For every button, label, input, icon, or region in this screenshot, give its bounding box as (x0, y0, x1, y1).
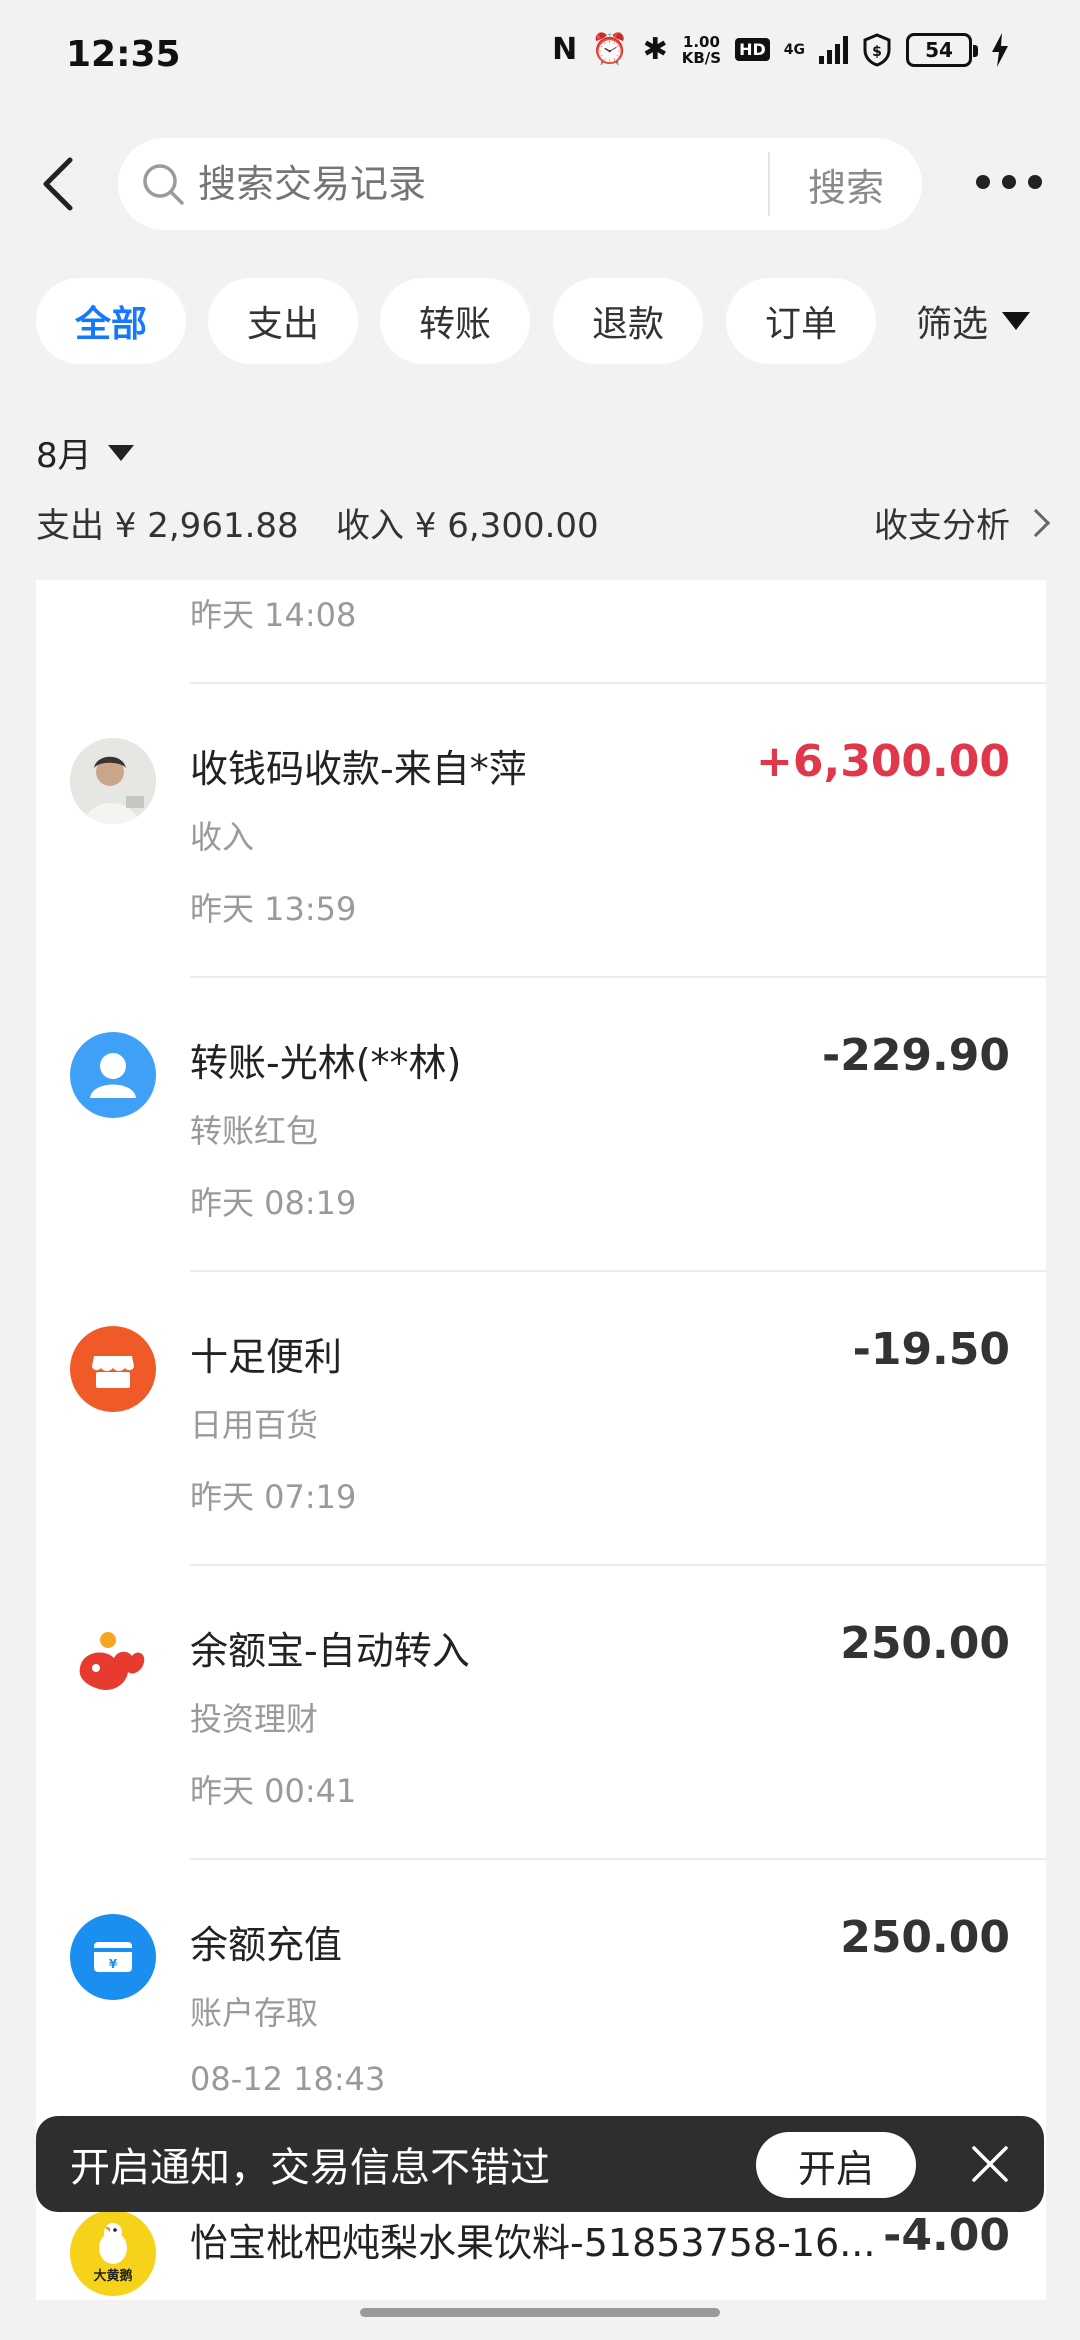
transaction-amount: -229.90 (821, 1030, 1010, 1081)
transaction-amount: +6,300.00 (756, 736, 1010, 787)
filter-tabs: 全部 支出 转账 退款 订单 筛选 (36, 278, 1080, 366)
search-input[interactable] (198, 162, 758, 206)
transaction-amount: 250.00 (840, 1912, 1010, 1963)
tab-all[interactable]: 全部 (36, 278, 186, 364)
chevron-left-icon (43, 157, 73, 211)
month-label: 8月 (36, 436, 92, 476)
shield-icon: $ (863, 32, 891, 67)
status-bar: 12:35 N ⏰ ✱ 1.00 KB/S HD 4G $ 54 (0, 0, 1080, 112)
store-icon (70, 1326, 156, 1412)
transaction-title: 怡宝枇杷炖梨水果饮料-51853758-16... (190, 2221, 876, 2265)
search-button[interactable]: 搜索 (808, 138, 908, 230)
analysis-label: 收支分析 (874, 506, 1010, 546)
network-speed-value: 1.00 (682, 32, 720, 51)
tab-refund[interactable]: 退款 (553, 278, 703, 364)
alarm-icon: ⏰ (591, 32, 629, 67)
signal-icon (819, 35, 848, 64)
avatar-image (70, 738, 156, 824)
transaction-time: 昨天 08:19 (190, 1184, 357, 1222)
chevron-right-icon (1021, 508, 1051, 537)
transaction-time: 昨天 07:19 (190, 1478, 357, 1516)
status-icons: N ⏰ ✱ 1.00 KB/S HD 4G $ 54 (552, 32, 1010, 67)
transaction-item[interactable]: 余额宝-自动转入 投资理财 昨天 00:41 250.00 (36, 1566, 1046, 1860)
notification-banner: 开启通知，交易信息不错过 开启 (36, 2116, 1044, 2212)
transaction-amount: -19.50 (852, 1324, 1010, 1375)
transaction-category: 投资理财 (190, 1700, 319, 1738)
transaction-item[interactable]: 转账-光林(**林) 转账红包 昨天 08:19 -229.90 (36, 978, 1046, 1272)
tab-order[interactable]: 订单 (726, 278, 876, 364)
svg-text:$: $ (872, 44, 882, 60)
transaction-time: 昨天 13:59 (190, 890, 357, 928)
transaction-category: 日用百货 (190, 1406, 319, 1444)
income-total: 收入 ¥ 6,300.00 (336, 506, 599, 546)
month-summary: 支出 ¥ 2,961.88 收入 ¥ 6,300.00 收支分析 (36, 498, 1051, 546)
battery-icon: 54 (906, 32, 978, 67)
month-selector[interactable]: 8月 (36, 428, 134, 477)
wallet-icon: ¥ (70, 1914, 156, 2000)
transaction-time: 昨天 00:41 (190, 1772, 357, 1810)
network-speed-unit: KB/S (681, 48, 722, 67)
hd-icon: HD (735, 38, 770, 61)
filter-button[interactable]: 筛选 (916, 278, 1031, 364)
transaction-category: 收入 (190, 818, 255, 856)
charging-icon (992, 32, 1008, 67)
back-button[interactable] (28, 146, 88, 222)
transaction-item[interactable]: 收钱码收款-来自*萍 收入 昨天 13:59 +6,300.00 (36, 684, 1046, 978)
status-time: 12:35 (66, 34, 181, 75)
avatar (70, 738, 156, 824)
more-dot-icon (976, 175, 990, 189)
transaction-item[interactable]: 昨天 14:08 (36, 580, 1046, 684)
transaction-category: 转账红包 (190, 1112, 319, 1150)
search-bar[interactable]: 搜索 (118, 138, 922, 230)
transaction-list: 昨天 14:08 收钱码收款-来自*萍 收入 昨天 13:59 +6,300.0… (36, 580, 1046, 2300)
transaction-title: 余额宝-自动转入 (190, 1629, 470, 1673)
transaction-category: 账户存取 (190, 1994, 319, 2032)
transaction-title: 转账-光林(**林) (190, 1041, 462, 1085)
notification-text: 开启通知，交易信息不错过 (70, 2145, 550, 2191)
search-icon (143, 164, 184, 205)
tab-expense[interactable]: 支出 (208, 278, 358, 364)
battery-level: 54 (925, 37, 953, 62)
transaction-item[interactable]: ¥ 余额充值 账户存取 08-12 18:43 250.00 (36, 1860, 1046, 2154)
transaction-title: 十足便利 (190, 1335, 343, 1379)
close-icon[interactable] (966, 2140, 1014, 2188)
nfc-icon: N (552, 32, 578, 67)
yuebao-icon (70, 1620, 156, 1706)
logo-text: 大黄鹅 (93, 2269, 133, 2284)
user-icon (70, 1032, 156, 1118)
network-type: 4G (783, 41, 805, 58)
analysis-link[interactable]: 收支分析 (874, 498, 1051, 547)
more-dot-icon (1002, 175, 1016, 189)
network-speed: 1.00 KB/S (682, 34, 721, 66)
transaction-amount: 250.00 (840, 1618, 1010, 1669)
transaction-title: 余额充值 (190, 1923, 343, 1967)
transaction-item[interactable]: 十足便利 日用百货 昨天 07:19 -19.50 (36, 1272, 1046, 1566)
svg-text:¥: ¥ (109, 1957, 118, 1971)
triangle-down-icon (1002, 312, 1031, 330)
search-divider (768, 152, 770, 216)
duck-logo-icon: 大黄鹅 (70, 2210, 156, 2296)
triangle-down-icon (107, 444, 134, 461)
more-button[interactable] (976, 160, 1042, 204)
filter-label: 筛选 (916, 304, 989, 345)
spend-total: 支出 ¥ 2,961.88 (36, 506, 299, 546)
bluetooth-icon: ✱ (642, 32, 668, 67)
enable-notification-button[interactable]: 开启 (756, 2132, 916, 2198)
home-indicator[interactable] (360, 2308, 720, 2317)
transaction-amount: -4.00 (883, 2210, 1010, 2261)
transaction-time: 昨天 14:08 (190, 596, 357, 634)
transaction-time: 08-12 18:43 (190, 2060, 386, 2098)
tab-transfer[interactable]: 转账 (380, 278, 530, 364)
transaction-title: 收钱码收款-来自*萍 (190, 747, 527, 791)
more-dot-icon (1028, 175, 1042, 189)
